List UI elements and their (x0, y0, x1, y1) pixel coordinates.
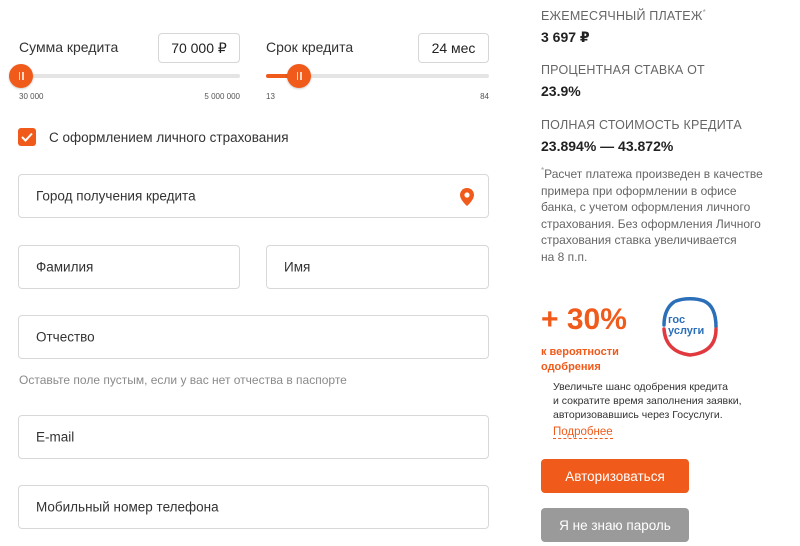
term-slider-handle[interactable] (287, 64, 311, 88)
insurance-checkbox[interactable] (18, 128, 36, 146)
city-field-label: Город получения кредита (36, 188, 196, 204)
amount-max-tick: 5 000 000 (204, 92, 240, 101)
phone-field[interactable]: Мобильный номер телефона (18, 485, 489, 529)
monthly-payment-value: 3 697 ₽ (541, 29, 590, 45)
amount-slider-track[interactable] (19, 74, 240, 78)
middlename-field-label: Отчество (36, 329, 95, 345)
gosuslugi-logo: гос услуги (662, 297, 718, 357)
amount-label: Сумма кредита (19, 39, 119, 55)
lastname-field[interactable]: Фамилия (18, 245, 240, 289)
email-field-label: E-mail (36, 429, 75, 445)
amount-min-tick: 30 000 (19, 92, 44, 101)
middlename-field[interactable]: Отчество (18, 315, 489, 359)
monthly-payment-label: ЕЖЕМЕСЯЧНЫЙ ПЛАТЕЖ* (541, 8, 706, 24)
middlename-hint: Оставьте поле пустым, если у вас нет отч… (19, 373, 347, 387)
term-label: Срок кредита (266, 39, 354, 55)
full-cost-value: 23.894% — 43.872% (541, 138, 674, 154)
no-password-button[interactable]: Я не знаю пароль (541, 508, 689, 542)
lastname-field-label: Фамилия (36, 259, 94, 275)
city-field[interactable]: Город получения кредита (18, 174, 489, 218)
phone-field-label: Мобильный номер телефона (36, 499, 219, 515)
checkmark-icon (21, 132, 33, 142)
authorize-button[interactable]: Авторизоваться (541, 459, 689, 493)
more-link[interactable]: Подробнее (553, 426, 613, 439)
amount-slider-handle[interactable] (9, 64, 33, 88)
term-min-tick: 13 (266, 92, 275, 101)
gosuslugi-description: Увеличьте шанс одобрения кредита и сокра… (553, 381, 742, 421)
interest-rate-label: ПРОЦЕНТНАЯ СТАВКА ОТ (541, 63, 705, 77)
approval-boost-caption: к вероятности одобрения (541, 346, 619, 373)
insurance-label: С оформлением личного страхования (49, 130, 289, 145)
firstname-field-label: Имя (284, 259, 311, 275)
firstname-field[interactable]: Имя (266, 245, 489, 289)
location-pin-icon[interactable] (460, 188, 474, 206)
calculation-note: *Расчет платежа произведен в качестве пр… (541, 166, 763, 264)
interest-rate-value: 23.9% (541, 83, 581, 99)
term-max-tick: 84 (480, 92, 489, 101)
email-field[interactable]: E-mail (18, 415, 489, 459)
term-input[interactable]: 24 мес (418, 33, 489, 63)
approval-boost-value: + 30% (541, 303, 627, 336)
full-cost-label: ПОЛНАЯ СТОИМОСТЬ КРЕДИТА (541, 118, 742, 132)
amount-input[interactable]: 70 000 ₽ (158, 33, 240, 63)
gosuslugi-logo-bottom: услуги (668, 325, 705, 337)
